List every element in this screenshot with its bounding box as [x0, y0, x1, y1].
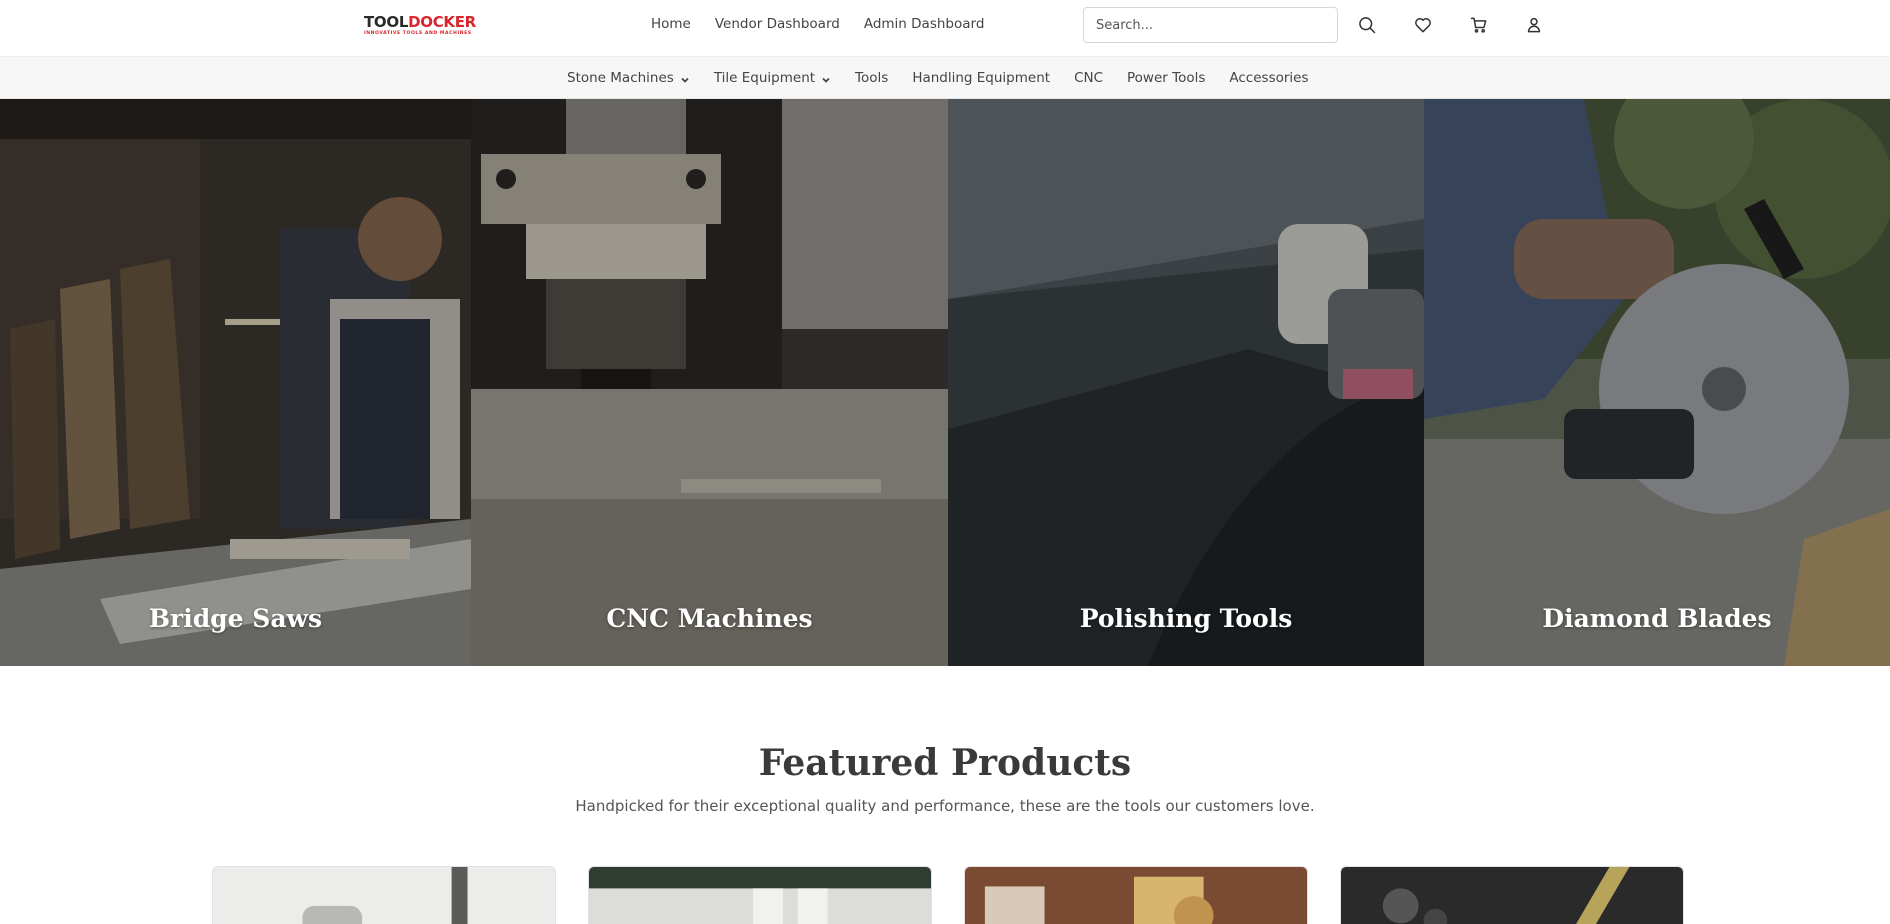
category-label: Accessories [1229, 70, 1309, 86]
hero-category-tiles: Bridge Saws CNC Machines Polishing Tools… [0, 99, 1890, 666]
category-label: CNC [1074, 70, 1104, 86]
category-accessories[interactable]: Accessories [1229, 70, 1308, 86]
tile-overlay [0, 99, 471, 666]
tile-label: CNC Machines [606, 604, 813, 633]
tile-overlay [471, 99, 948, 666]
category-nav: Stone Machines Tile Equipment Tools Hand… [567, 70, 1333, 86]
product-card[interactable] [964, 866, 1308, 924]
product-card[interactable] [212, 866, 556, 924]
product-card[interactable] [1340, 866, 1684, 924]
product-image [213, 867, 555, 924]
user-icon[interactable] [1522, 13, 1546, 37]
tile-overlay [948, 99, 1424, 666]
main-nav: Home Vendor Dashboard Admin Dashboard [651, 16, 984, 32]
product-card[interactable] [588, 866, 932, 924]
category-power-tools[interactable]: Power Tools [1127, 70, 1205, 86]
nav-vendor-dashboard-link[interactable]: Vendor Dashboard [715, 16, 840, 32]
search-input[interactable] [1084, 8, 1337, 42]
product-image [589, 867, 931, 924]
featured-products-grid [212, 866, 1684, 924]
category-tile-equipment[interactable]: Tile Equipment [714, 70, 831, 86]
cart-icon[interactable] [1467, 13, 1491, 37]
nav-admin-dashboard-link[interactable]: Admin Dashboard [864, 16, 985, 32]
brand-tagline: INNOVATIVE TOOLS AND MACHINES [364, 31, 472, 36]
category-tools[interactable]: Tools [855, 70, 888, 86]
product-image [965, 867, 1307, 924]
category-label: Tools [855, 70, 889, 86]
category-label: Stone Machines [567, 70, 674, 86]
featured-products-subtitle: Handpicked for their exceptional quality… [575, 797, 1315, 815]
tile-cnc-machines[interactable]: CNC Machines [471, 99, 948, 666]
featured-products-title: Featured Products [758, 742, 1132, 784]
brand-name-part2: DOCKER [408, 13, 476, 31]
brand-name-part1: TOOL [364, 13, 409, 31]
tile-label: Polishing Tools [1079, 604, 1293, 633]
tile-diamond-blades[interactable]: Diamond Blades [1424, 99, 1890, 666]
category-label: Tile Equipment [713, 70, 816, 86]
tile-polishing-tools[interactable]: Polishing Tools [948, 99, 1424, 666]
category-nav-bar: Stone Machines Tile Equipment Tools Hand… [0, 56, 1890, 99]
chevron-down-icon [680, 73, 690, 83]
search-box [1083, 7, 1338, 43]
heart-icon[interactable] [1411, 13, 1435, 37]
category-cnc[interactable]: CNC [1074, 70, 1103, 86]
tile-label: Bridge Saws [148, 604, 323, 633]
tile-label: Diamond Blades [1542, 604, 1772, 633]
nav-home-link[interactable]: Home [651, 16, 691, 32]
tile-bridge-saws[interactable]: Bridge Saws [0, 99, 471, 666]
chevron-down-icon [821, 73, 831, 83]
product-image [1341, 867, 1683, 924]
category-handling-equipment[interactable]: Handling Equipment [912, 70, 1050, 86]
category-label: Handling Equipment [912, 70, 1051, 86]
top-header: TOOLDOCKER INNOVATIVE TOOLS AND MACHINES… [0, 0, 1890, 56]
tile-overlay [1424, 99, 1890, 666]
category-stone-machines[interactable]: Stone Machines [567, 70, 690, 86]
brand-logo[interactable]: TOOLDOCKER INNOVATIVE TOOLS AND MACHINES [364, 15, 496, 37]
search-icon[interactable] [1355, 13, 1379, 37]
category-label: Power Tools [1127, 70, 1206, 86]
